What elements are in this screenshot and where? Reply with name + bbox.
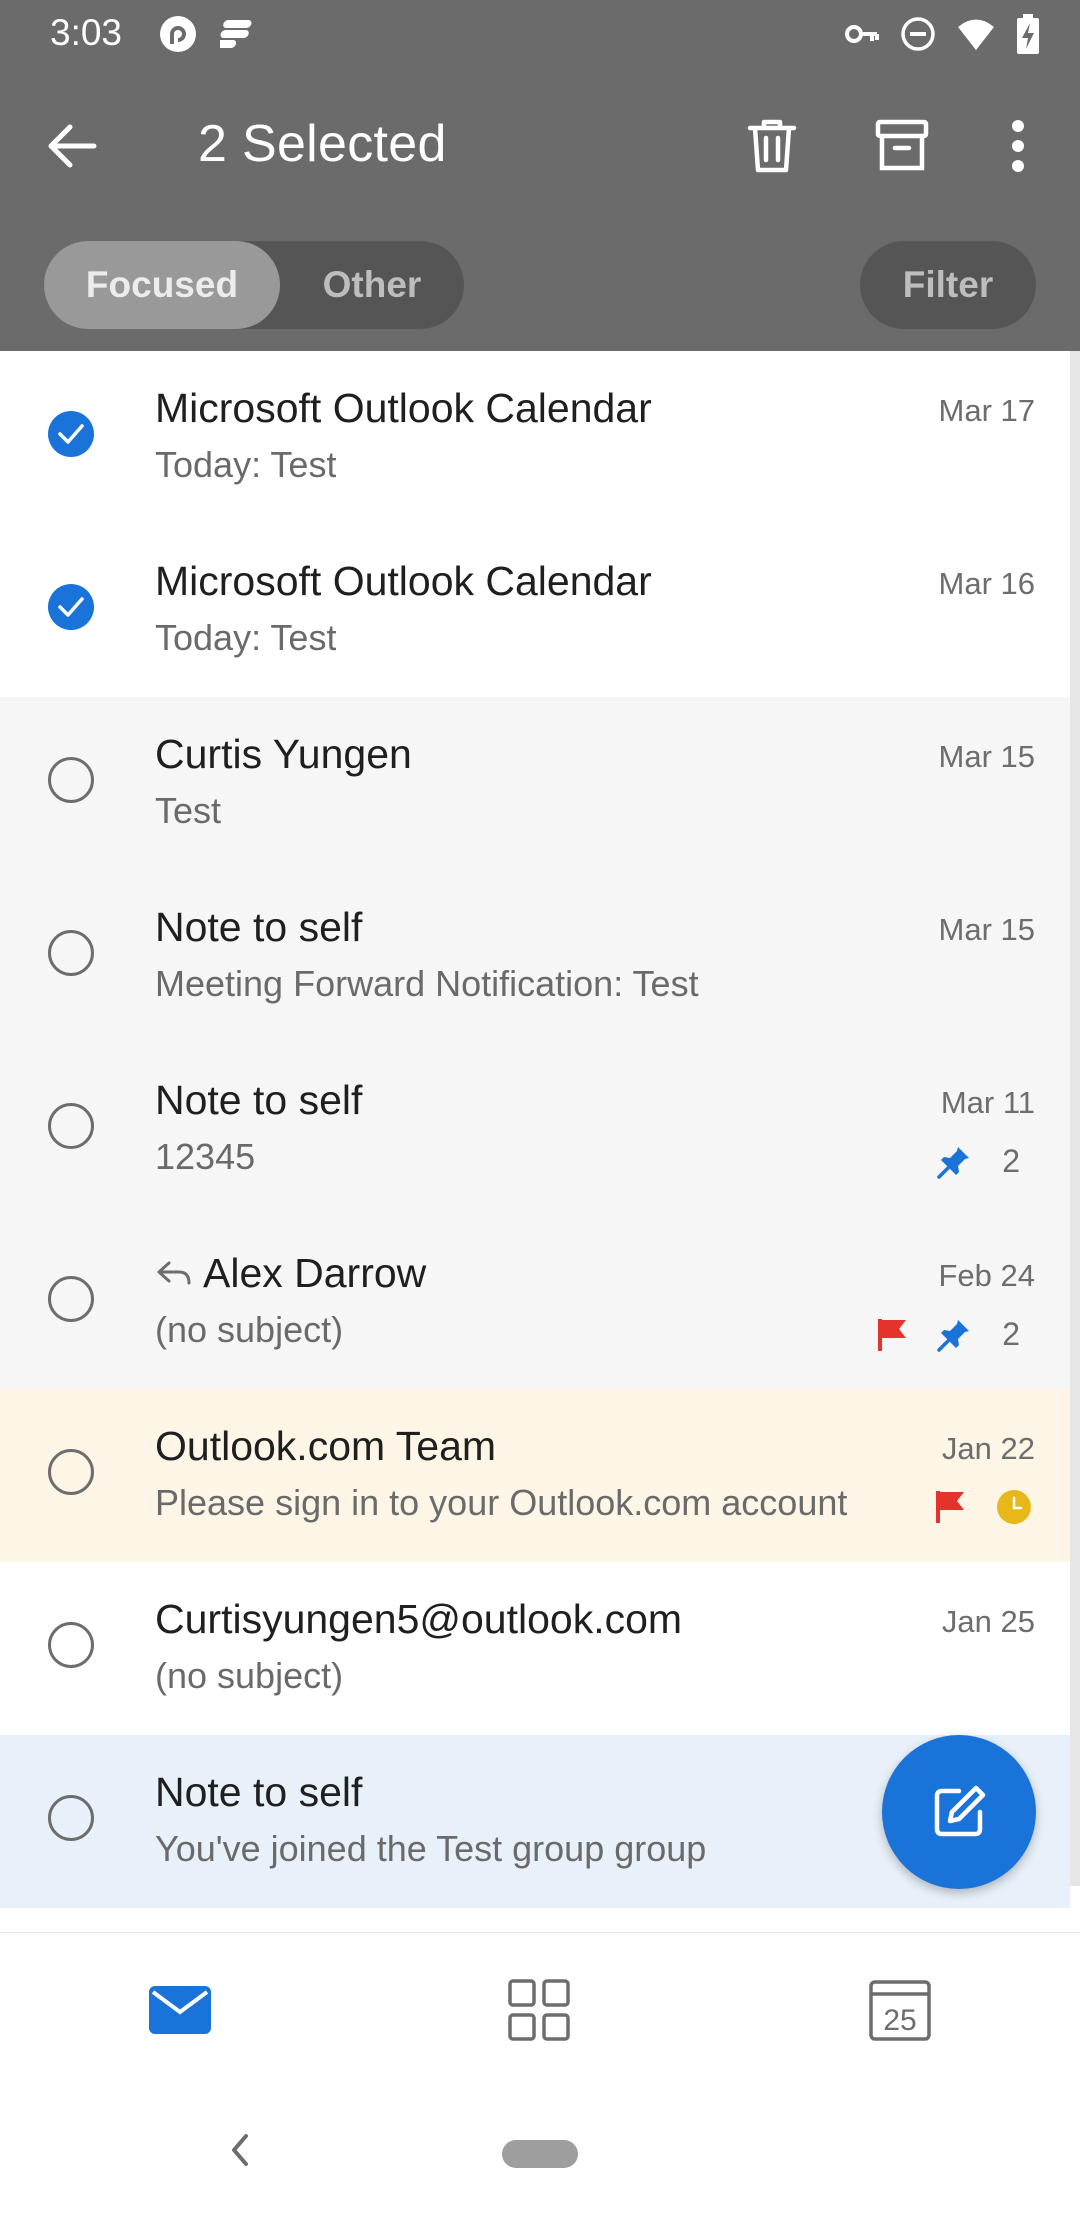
checkmark-icon	[58, 424, 84, 444]
reply-icon	[157, 1261, 191, 1284]
filter-button[interactable]: Filter	[860, 241, 1036, 329]
back-button[interactable]	[40, 114, 104, 178]
message-checkbox-checked[interactable]	[48, 411, 94, 457]
message-checkbox[interactable]	[48, 1622, 94, 1668]
message-sender: Note to self	[155, 1077, 363, 1123]
status-right-icons	[844, 14, 1040, 54]
checkmark-icon	[58, 597, 84, 617]
pin-icon	[937, 1146, 969, 1179]
message-date: Feb 24	[938, 1258, 1035, 1293]
list-scrollbar[interactable]	[1070, 351, 1080, 1886]
battery-charging-icon	[1016, 14, 1040, 54]
delete-button[interactable]	[740, 114, 804, 178]
message-row[interactable]: Curtis Yungen Test Mar 15	[0, 697, 1070, 870]
message-date: Mar 15	[938, 739, 1035, 774]
flag-icon	[936, 1491, 964, 1523]
more-options-button[interactable]	[986, 114, 1050, 178]
tab-other[interactable]: Other	[280, 241, 464, 329]
message-checkbox[interactable]	[48, 1103, 94, 1149]
message-subject: (no subject)	[155, 1309, 344, 1350]
nav-mail[interactable]	[145, 1975, 215, 2045]
message-subject: 12345	[155, 1136, 256, 1177]
message-row[interactable]: Note to self 12345 Mar 11 2	[0, 1043, 1070, 1216]
notification-app-icon	[220, 14, 260, 54]
tab-focused[interactable]: Focused	[44, 241, 280, 329]
message-indicators: 2	[936, 1143, 1020, 1180]
delete-icon	[747, 119, 797, 173]
bottom-navigation: 25	[0, 1932, 1080, 2085]
mail-icon	[149, 1986, 211, 2034]
message-indicators: 2	[876, 1316, 1020, 1353]
status-time: 3:03	[50, 12, 123, 53]
message-checkbox[interactable]	[48, 930, 94, 976]
message-date: Jan 22	[941, 1431, 1035, 1466]
apps-grid-icon	[508, 1979, 570, 2041]
message-date: Jan 25	[941, 1604, 1035, 1639]
status-bar: 3:03	[0, 0, 1080, 66]
vpn-key-icon	[844, 16, 880, 52]
thread-count: 2	[1002, 1316, 1020, 1352]
message-sender: Alex Darrow	[155, 1250, 426, 1297]
back-arrow-icon	[48, 124, 97, 168]
message-date: Mar 11	[940, 1085, 1035, 1120]
message-date: Mar 15	[938, 912, 1035, 947]
selection-count-title: 2 Selected	[198, 115, 447, 173]
message-checkbox-checked[interactable]	[48, 584, 94, 630]
message-indicators	[934, 1489, 1032, 1525]
thread-count: 2	[1002, 1143, 1020, 1179]
clock-icon	[997, 1490, 1031, 1524]
status-left-icons	[158, 14, 260, 54]
inbox-tab-switcher: Focused Other	[44, 241, 464, 329]
system-home-pill[interactable]	[502, 2140, 578, 2168]
nav-calendar[interactable]: 25	[865, 1975, 935, 2045]
more-options-icon	[1012, 120, 1024, 172]
message-row[interactable]: Microsoft Outlook Calendar Today: Test M…	[0, 351, 1070, 524]
calendar-day-number: 25	[883, 2004, 916, 2037]
message-sender: Curtisyungen5@outlook.com	[155, 1596, 683, 1642]
archive-icon	[875, 119, 929, 171]
message-sender: Note to self	[155, 1769, 363, 1815]
pin-icon	[937, 1319, 969, 1352]
flag-icon	[878, 1318, 906, 1351]
wifi-icon	[956, 16, 996, 52]
chevron-left-icon	[232, 2134, 248, 2166]
message-subject: (no subject)	[155, 1655, 344, 1696]
message-sender: Curtis Yungen	[155, 731, 412, 777]
pocket-casts-icon	[158, 14, 198, 54]
message-checkbox[interactable]	[48, 757, 94, 803]
compose-button[interactable]	[882, 1735, 1036, 1889]
message-subject: Please sign in to your Outlook.com accou…	[155, 1482, 848, 1523]
message-date: Mar 16	[938, 566, 1035, 601]
selection-toolbar: 2 Selected Focused Other Filter	[0, 66, 1080, 351]
message-sender: Outlook.com Team	[155, 1423, 497, 1469]
message-subject: You've joined the Test group group	[155, 1828, 707, 1869]
message-subject: Today: Test	[155, 444, 337, 485]
message-subject: Test	[155, 790, 222, 831]
do-not-disturb-icon	[900, 16, 936, 52]
message-list: Microsoft Outlook Calendar Today: Test M…	[0, 351, 1070, 1908]
message-subject: Meeting Forward Notification: Test	[155, 963, 699, 1004]
message-row[interactable]: Microsoft Outlook Calendar Today: Test M…	[0, 524, 1070, 697]
calendar-icon: 25	[869, 1980, 931, 2041]
compose-icon	[934, 1785, 986, 1837]
message-row[interactable]: Alex Darrow (no subject) Feb 24 2	[0, 1216, 1070, 1389]
message-checkbox[interactable]	[48, 1276, 94, 1322]
system-back-button[interactable]	[222, 2130, 258, 2170]
archive-button[interactable]	[870, 114, 934, 178]
system-navigation-bar	[0, 2084, 1080, 2220]
message-checkbox[interactable]	[48, 1795, 94, 1841]
message-subject: Today: Test	[155, 617, 337, 658]
message-row[interactable]: Outlook.com Team Please sign in to your …	[0, 1389, 1070, 1562]
message-sender: Microsoft Outlook Calendar	[155, 558, 652, 604]
message-checkbox[interactable]	[48, 1449, 94, 1495]
message-row[interactable]: Curtisyungen5@outlook.com (no subject) J…	[0, 1562, 1070, 1735]
message-sender: Microsoft Outlook Calendar	[155, 385, 652, 431]
message-date: Mar 17	[938, 393, 1035, 428]
nav-apps[interactable]	[504, 1975, 574, 2045]
message-row[interactable]: Note to self Meeting Forward Notificatio…	[0, 870, 1070, 1043]
message-sender: Note to self	[155, 904, 363, 950]
